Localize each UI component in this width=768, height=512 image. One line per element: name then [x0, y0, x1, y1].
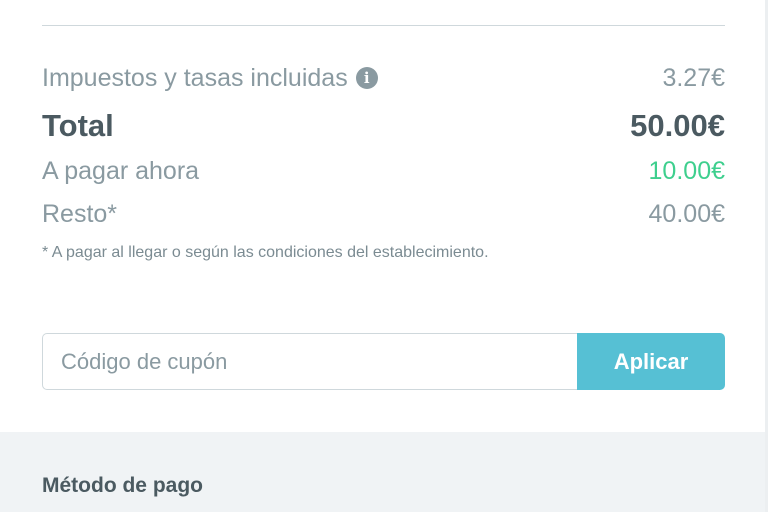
- total-row: Total 50.00€: [42, 106, 725, 146]
- pay-now-value: 10.00€: [648, 156, 725, 185]
- payment-note: * A pagar al llegar o según las condicio…: [42, 244, 489, 261]
- apply-coupon-button[interactable]: Aplicar: [577, 333, 725, 390]
- coupon-input[interactable]: [42, 333, 577, 390]
- taxes-label-group: Impuestos y tasas incluidas i: [42, 64, 378, 93]
- rest-value: 40.00€: [648, 199, 725, 228]
- total-value: 50.00€: [630, 108, 725, 143]
- divider: [42, 25, 725, 26]
- rest-label: Resto*: [42, 199, 118, 228]
- taxes-row: Impuestos y tasas incluidas i 3.27€: [42, 61, 725, 95]
- pay-now-label: A pagar ahora: [42, 156, 200, 185]
- info-icon[interactable]: i: [355, 67, 378, 89]
- price-summary: Impuestos y tasas incluidas i 3.27€ Tota…: [0, 0, 765, 432]
- taxes-label: Impuestos y tasas incluidas: [42, 63, 348, 92]
- coupon-form: Aplicar: [42, 333, 725, 390]
- taxes-value: 3.27€: [662, 63, 725, 92]
- total-label: Total: [42, 108, 114, 143]
- payment-method-section: Método de pago: [0, 432, 765, 512]
- payment-method-title: Método de pago: [42, 474, 203, 497]
- rest-row: Resto* 40.00€: [42, 197, 725, 231]
- pay-now-row: A pagar ahora 10.00€: [42, 154, 725, 188]
